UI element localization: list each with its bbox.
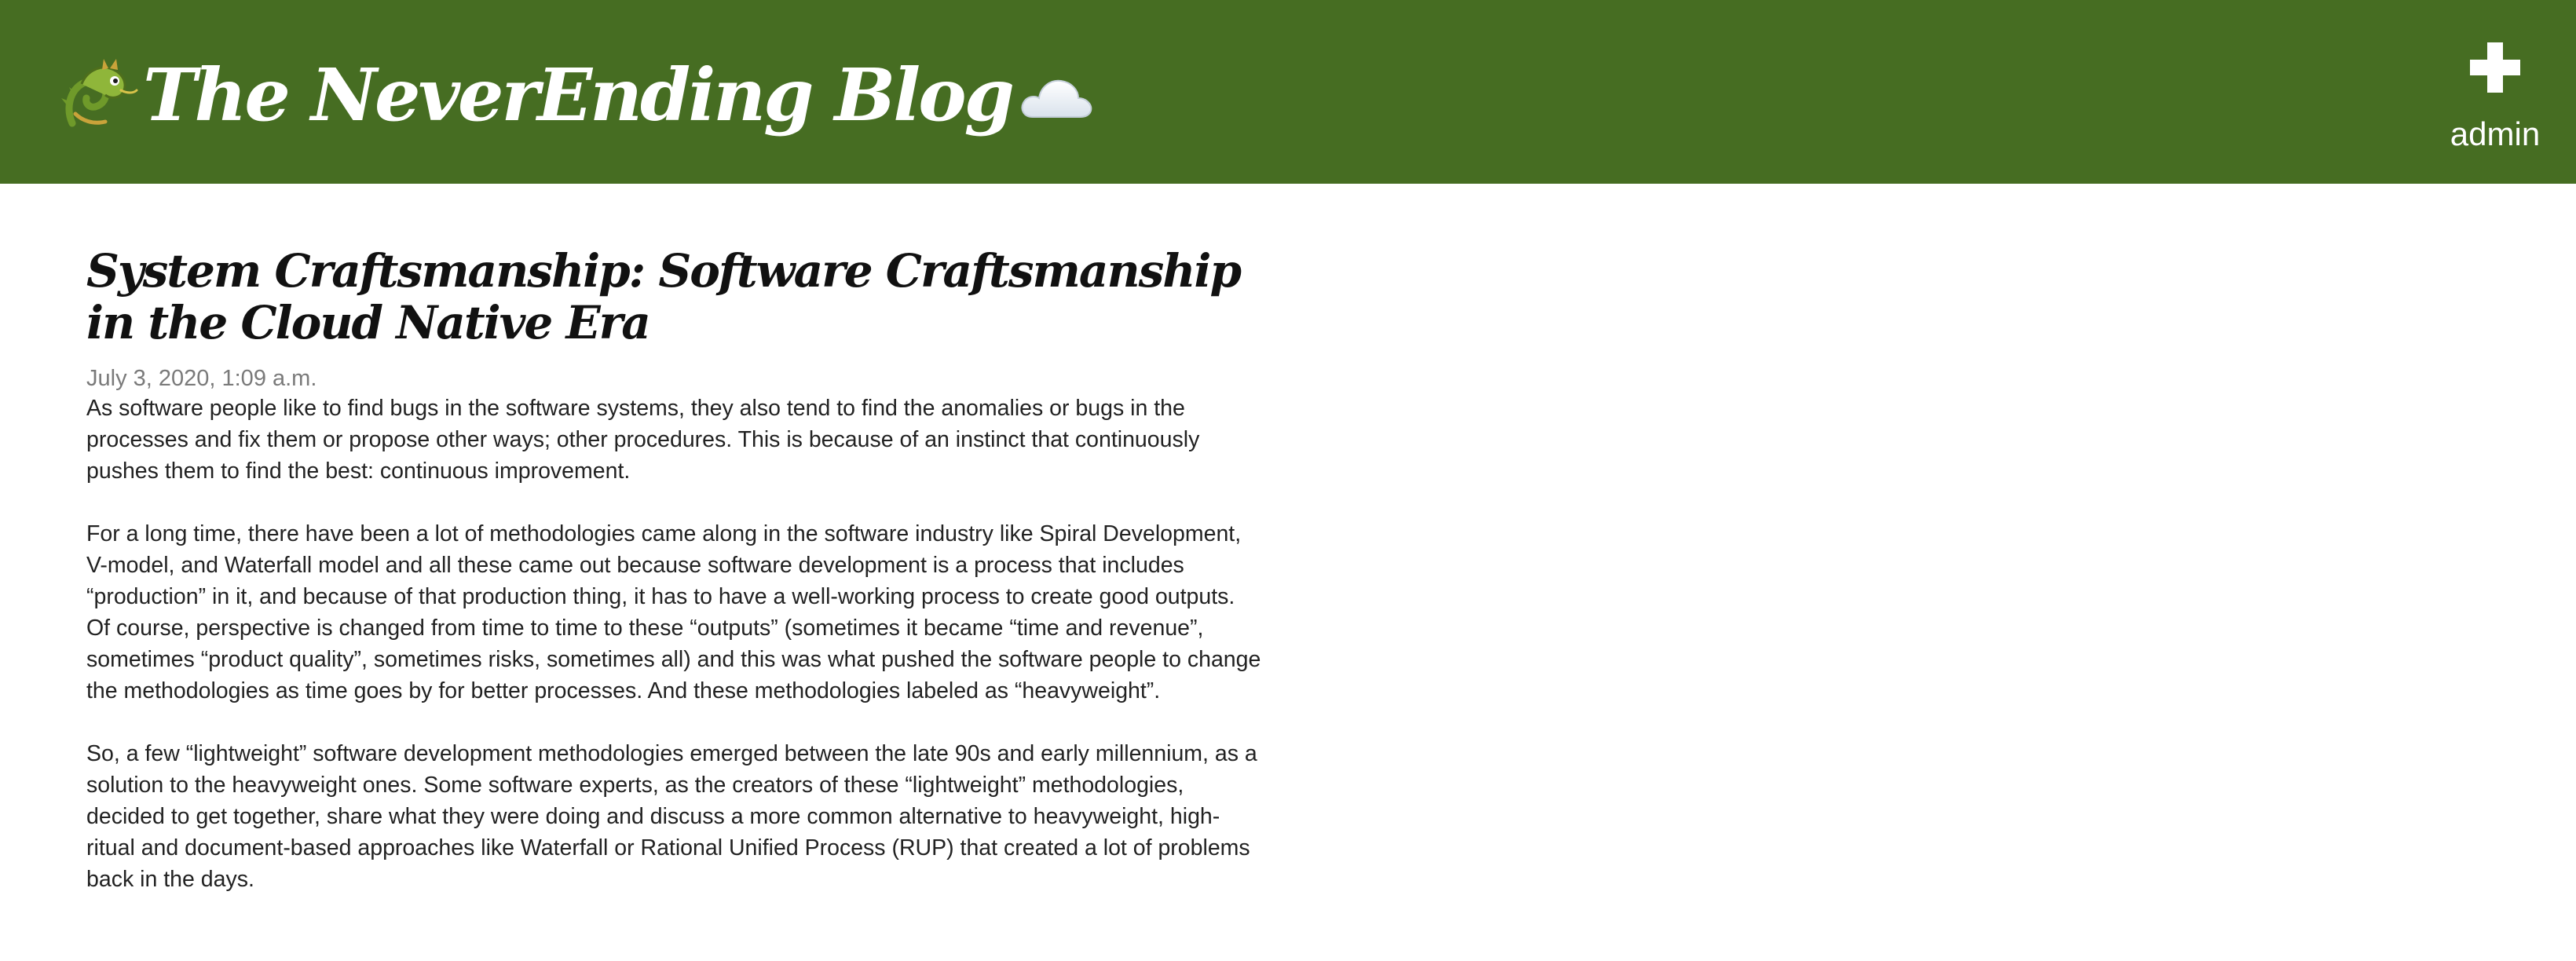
post-paragraph: So, a few “lightweight” software develop… bbox=[86, 741, 1257, 892]
post-paragraph: As software people like to find bugs in … bbox=[86, 396, 1200, 484]
plus-icon[interactable] bbox=[2470, 42, 2520, 93]
post-date: July 3, 2020, 1:09 a.m. bbox=[86, 366, 317, 391]
dragon-icon bbox=[58, 54, 140, 136]
admin-link[interactable]: admin bbox=[2444, 118, 2546, 151]
post-title[interactable]: System Craftsmanship: Software Craftsman… bbox=[86, 245, 1264, 349]
blog-post: System Craftsmanship: Software Craftsman… bbox=[86, 245, 1264, 926]
blog-title: The NeverEnding Blog bbox=[143, 53, 1015, 137]
post-body: As software people like to find bugs in … bbox=[86, 393, 1264, 895]
cloud-icon bbox=[1017, 65, 1096, 128]
site-header: The NeverEnding Blog admin bbox=[0, 0, 2576, 184]
post-paragraph: For a long time, there have been a lot o… bbox=[86, 521, 1261, 703]
blog-home-link[interactable]: The NeverEnding Blog bbox=[58, 44, 1096, 146]
admin-menu[interactable]: admin bbox=[2444, 39, 2546, 165]
